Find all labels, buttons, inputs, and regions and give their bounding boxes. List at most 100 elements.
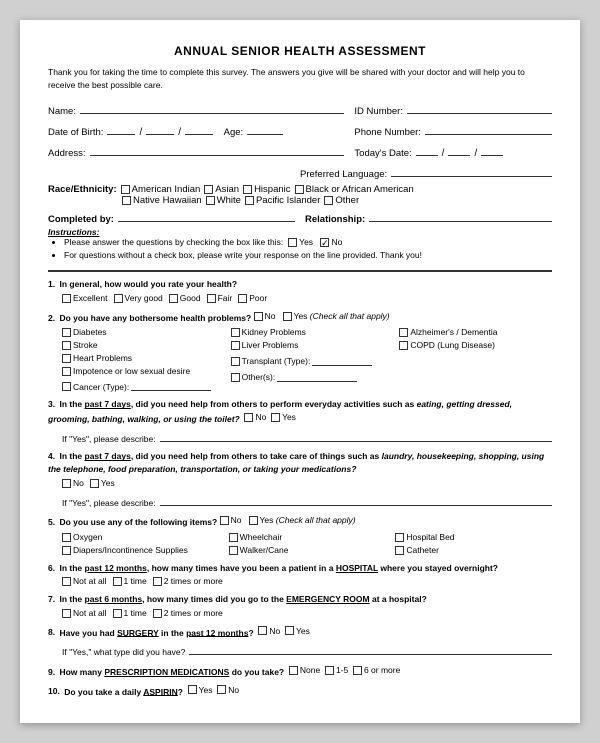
example-no-box [320, 238, 329, 247]
pref-lang-label: Preferred Language: [300, 169, 387, 180]
question-5: 5. Do you use any of the following items… [48, 514, 552, 556]
race-label: Race/Ethnicity: [48, 184, 117, 195]
race-black[interactable]: Black or African American [295, 184, 414, 195]
q2-other-type[interactable] [277, 368, 357, 382]
q5-catheter[interactable]: Catheter [395, 544, 552, 557]
q2-liver[interactable]: Liver Problems [231, 339, 384, 352]
today-day[interactable] [448, 142, 470, 156]
question-8: 8. Have you had SURGERY in the past 12 m… [48, 625, 552, 659]
q6-none[interactable]: Not at all [62, 575, 107, 588]
q6-2plus[interactable]: 2 times or more [153, 575, 223, 588]
q10-no-box[interactable] [217, 685, 226, 694]
pref-lang-field[interactable] [391, 163, 552, 177]
q8-yes-box[interactable] [285, 626, 294, 635]
q2-heart[interactable]: Heart Problems [62, 352, 215, 365]
q1-options: Excellent Very good Good Fair Poor [48, 292, 552, 305]
q1-poor[interactable]: Poor [238, 292, 267, 305]
q5-wheelchair[interactable]: Wheelchair [229, 531, 386, 544]
race-hispanic[interactable]: Hispanic [243, 184, 290, 195]
q2-cancer-type[interactable] [131, 377, 211, 391]
dob-label: Date of Birth: [48, 127, 103, 138]
dob-year[interactable] [185, 121, 213, 135]
race-asian-checkbox[interactable] [204, 185, 213, 194]
race-other-checkbox[interactable] [324, 196, 333, 205]
completed-label: Completed by: [48, 214, 114, 225]
race-native-hawaiian-checkbox[interactable] [122, 196, 131, 205]
q2-diabetes[interactable]: Diabetes [62, 326, 215, 339]
q2-yes-box[interactable] [283, 312, 292, 321]
today-label: Today's Date: [354, 148, 411, 159]
today-year[interactable] [481, 142, 503, 156]
q5-oxygen[interactable]: Oxygen [62, 531, 219, 544]
intro-text: Thank you for taking the time to complet… [48, 66, 552, 92]
q3-describe[interactable] [160, 428, 552, 442]
race-black-checkbox[interactable] [295, 185, 304, 194]
q5-yes-box[interactable] [249, 516, 258, 525]
race-white-checkbox[interactable] [206, 196, 215, 205]
q4-describe[interactable] [160, 492, 552, 506]
age-field[interactable] [247, 121, 283, 135]
q7-none[interactable]: Not at all [62, 607, 107, 620]
race-other[interactable]: Other [324, 195, 359, 206]
q5-no-box[interactable] [220, 516, 229, 525]
form-page: ANNUAL SENIOR HEALTH ASSESSMENT Thank yo… [20, 20, 580, 723]
question-4: 4. In the past 7 days, did you need help… [48, 450, 552, 509]
race-white[interactable]: White [206, 195, 241, 206]
q2-no-box[interactable] [254, 312, 263, 321]
q4-yes[interactable]: Yes [90, 477, 115, 490]
today-month[interactable] [416, 142, 438, 156]
name-field[interactable] [80, 100, 344, 114]
q4-no[interactable]: No [62, 477, 84, 490]
q1-fair[interactable]: Fair [207, 292, 233, 305]
q2-cancer[interactable]: Cancer (Type): [62, 381, 129, 394]
race-pacific-islander-checkbox[interactable] [245, 196, 254, 205]
q5-hospital-bed[interactable]: Hospital Bed [395, 531, 552, 544]
id-label: ID Number: [354, 106, 403, 117]
q9-none-box[interactable] [289, 666, 298, 675]
address-field[interactable] [90, 142, 345, 156]
phone-field[interactable] [425, 121, 552, 135]
name-label: Name: [48, 106, 76, 117]
q2-impotence[interactable]: Impotence or low sexual desire [62, 365, 215, 378]
race-native-hawaiian[interactable]: Native Hawaiian [122, 195, 202, 206]
q2-other[interactable]: Other(s): [231, 371, 276, 384]
q10-yes-box[interactable] [188, 685, 197, 694]
race-asian[interactable]: Asian [204, 184, 239, 195]
q5-diapers[interactable]: Diapers/Incontinence Supplies [62, 544, 219, 557]
q6-1[interactable]: 1 time [113, 575, 147, 588]
race-american-indian[interactable]: American Indian [121, 184, 201, 195]
q1-very-good[interactable]: Very good [114, 292, 163, 305]
q2-kidney[interactable]: Kidney Problems [231, 326, 384, 339]
race-hispanic-checkbox[interactable] [243, 185, 252, 194]
race-american-indian-checkbox[interactable] [121, 185, 130, 194]
race-pacific-islander[interactable]: Pacific Islander [245, 195, 320, 206]
instruction-2: For questions without a check box, pleas… [64, 250, 552, 262]
q1-excellent[interactable]: Excellent [62, 292, 108, 305]
q7-1[interactable]: 1 time [113, 607, 147, 620]
address-label: Address: [48, 148, 86, 159]
q4-options: No Yes [48, 477, 552, 490]
age-label: Age: [224, 127, 244, 138]
question-9: 9. How many PRESCRIPTION MEDICATIONS do … [48, 664, 552, 679]
q9-1-5-box[interactable] [325, 666, 334, 675]
q7-2plus[interactable]: 2 times or more [153, 607, 223, 620]
dob-month[interactable] [107, 121, 135, 135]
id-field[interactable] [407, 100, 552, 114]
questions-section: 1. In general, how would you rate your h… [48, 278, 552, 698]
q2-transplant[interactable]: Transplant (Type): [231, 355, 311, 368]
q3-yes-box[interactable] [271, 413, 280, 422]
relationship-label: Relationship: [305, 214, 365, 225]
q2-alzheimer[interactable]: Alzheimer's / Dementia [399, 326, 552, 339]
q8-describe[interactable] [189, 641, 552, 655]
q2-stroke[interactable]: Stroke [62, 339, 215, 352]
q5-walker[interactable]: Walker/Cane [229, 544, 386, 557]
q3-no-box[interactable] [244, 413, 253, 422]
completed-field[interactable] [118, 208, 295, 222]
q8-no-box[interactable] [258, 626, 267, 635]
q9-6plus-box[interactable] [353, 666, 362, 675]
q1-good[interactable]: Good [169, 292, 201, 305]
q2-copd[interactable]: COPD (Lung Disease) [399, 339, 552, 352]
relationship-field[interactable] [369, 208, 552, 222]
q2-transplant-type[interactable] [312, 352, 372, 366]
dob-day[interactable] [146, 121, 174, 135]
